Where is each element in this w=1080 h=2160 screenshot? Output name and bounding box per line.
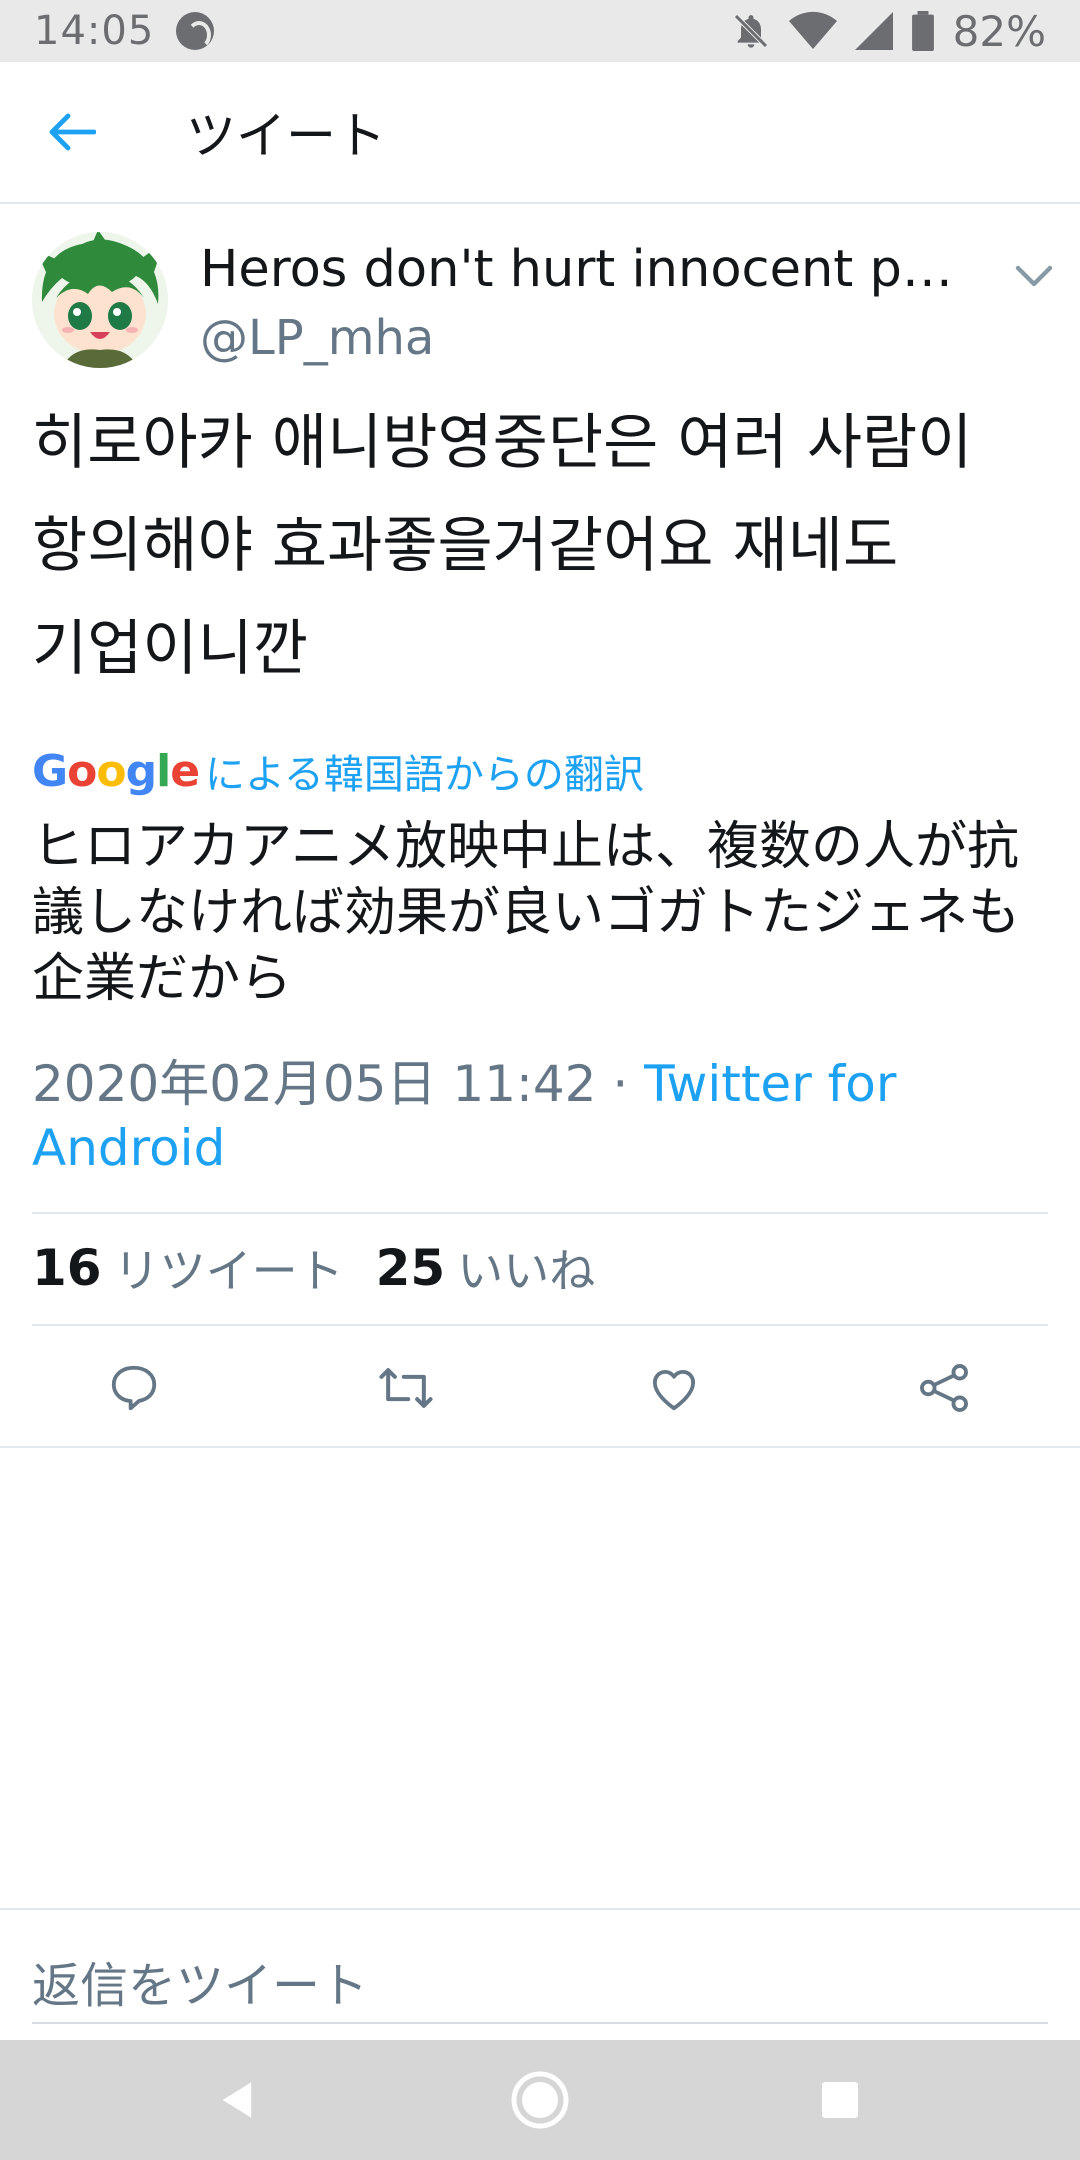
recents-square-icon <box>822 2082 858 2118</box>
translation-label-text: による韓国語からの翻訳 <box>205 752 644 798</box>
arrow-left-icon <box>49 113 96 151</box>
battery-icon <box>911 11 934 51</box>
wifi-icon <box>788 11 837 50</box>
nav-back-button[interactable] <box>178 2040 298 2160</box>
divider <box>32 1212 1048 1214</box>
nav-recents-button[interactable] <box>780 2040 900 2160</box>
reply-input[interactable]: 返信をツイート <box>32 1946 368 2016</box>
display-name[interactable]: Heros don't hurt innocent pe… <box>200 240 980 299</box>
reply-input-underline <box>32 2022 1048 2024</box>
app-bar: ツイート <box>0 62 1080 204</box>
battery-percentage: 82% <box>952 6 1046 56</box>
tweet-timestamp: 2020年02月05日 11:42 <box>32 1055 597 1113</box>
cast-icon <box>176 12 215 50</box>
retweet-count[interactable]: 16 <box>32 1239 102 1297</box>
retweet-icon <box>379 1368 433 1408</box>
home-circle-icon <box>511 2071 569 2129</box>
signal-icon <box>854 12 893 50</box>
translated-text: ヒロアカアニメ放映中止は、複数の人が抗議しなければ効果が良いゴガトたジェネも企業… <box>32 817 1021 1009</box>
share-button[interactable] <box>912 1356 976 1420</box>
page-title: ツイート <box>186 107 386 165</box>
user-handle[interactable]: @LP_mha <box>200 310 434 366</box>
retweet-button[interactable] <box>374 1356 438 1420</box>
back-button[interactable] <box>22 82 122 182</box>
reply-button[interactable] <box>102 1356 166 1420</box>
tweet-card: Heros don't hurt innocent pe… @LP_mha 히로… <box>0 204 1080 1177</box>
back-triangle-icon <box>222 2082 252 2118</box>
status-bar: 14:05 82% <box>0 0 1080 62</box>
mute-icon <box>733 14 768 48</box>
divider <box>0 1446 1080 1448</box>
avatar[interactable] <box>32 232 168 368</box>
tweet-menu-button[interactable] <box>1012 256 1056 296</box>
system-nav-bar <box>0 2040 1080 2160</box>
translation-label[interactable]: Google による韓国語からの翻訳 <box>32 742 644 800</box>
status-icons: 82% <box>731 7 1046 56</box>
tweet-meta: 2020年02月05日 11:42 · Twitter for Android <box>32 1052 1052 1180</box>
retweet-label[interactable]: リツイート <box>114 1235 344 1301</box>
status-time: 14:05 <box>34 8 155 54</box>
avatar-image <box>32 232 168 368</box>
tweet-actions <box>0 1326 1080 1450</box>
chevron-down-icon <box>1015 265 1053 287</box>
author-row: Heros don't hurt innocent pe… @LP_mha <box>0 204 1080 384</box>
tweet-detail-screen: 14:05 82% ツイート Heros don't hurt innocent… <box>0 0 1080 2160</box>
like-label[interactable]: いいね <box>457 1235 595 1301</box>
like-button[interactable] <box>642 1356 706 1420</box>
meta-separator: · <box>596 1055 645 1113</box>
tweet-stats: 16 リツイート 25 いいね <box>32 1218 627 1318</box>
divider <box>0 1908 1080 1910</box>
reply-icon <box>111 1365 157 1411</box>
like-icon <box>652 1369 696 1411</box>
share-icon <box>920 1364 968 1412</box>
like-count[interactable]: 25 <box>376 1239 446 1297</box>
nav-home-button[interactable] <box>480 2040 600 2160</box>
tweet-text: 히로아카 애니방영중단은 여러 사람이 항의해야 효과좋을거같어요 재네도 기업… <box>32 408 973 684</box>
google-logo: Google <box>32 745 200 797</box>
